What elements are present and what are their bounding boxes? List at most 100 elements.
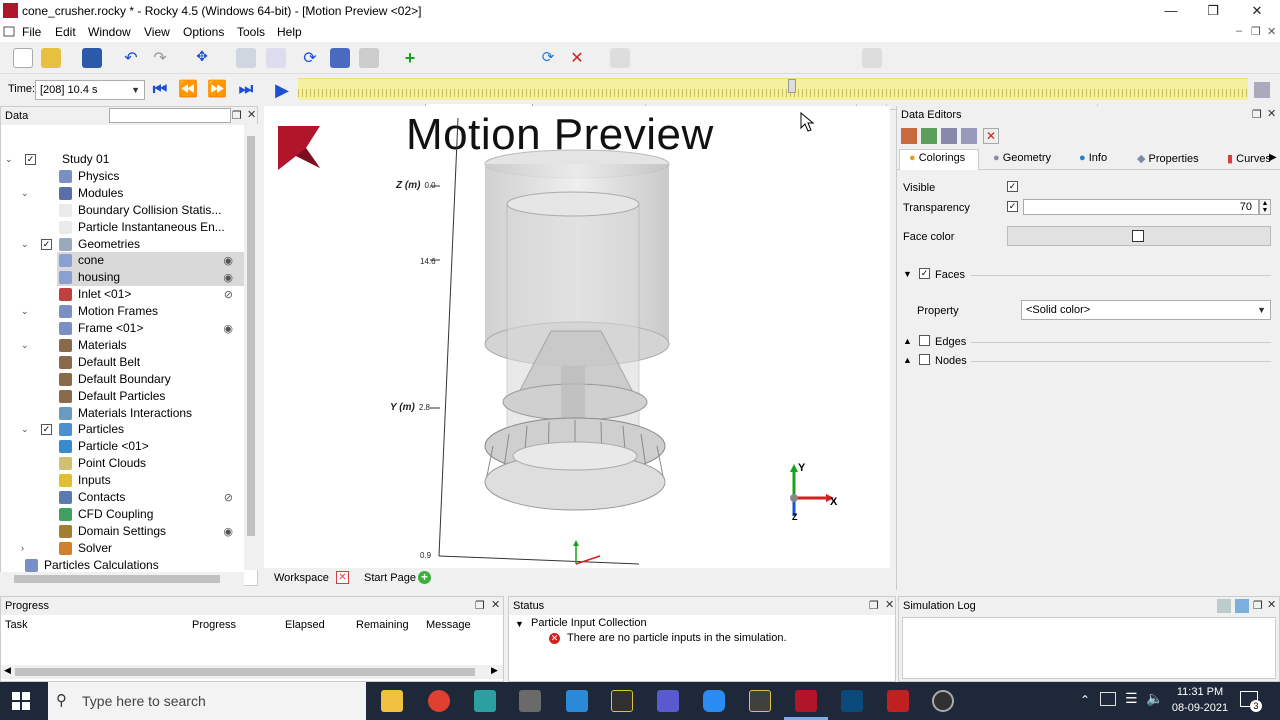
first-frame-icon[interactable]: ⏮ xyxy=(148,80,172,100)
new-file-icon[interactable] xyxy=(13,48,33,68)
zoom-icon[interactable] xyxy=(703,690,725,712)
editor-tool-icon-1[interactable] xyxy=(901,128,917,144)
save-icon[interactable] xyxy=(82,48,102,68)
mdi-minimize-icon[interactable]: – xyxy=(1236,25,1242,37)
progress-hscroll-thumb[interactable] xyxy=(15,668,475,676)
edges-checkbox[interactable] xyxy=(919,335,930,346)
delete-preset-icon[interactable]: ✕ xyxy=(567,48,587,68)
time-select[interactable]: [208] 10.4 s ▼ xyxy=(35,80,145,100)
menu-edit[interactable]: Edit xyxy=(55,25,76,39)
data-panel-close-icon[interactable]: ✕ xyxy=(247,108,256,121)
visibility-icon[interactable]: ◉ xyxy=(223,524,233,541)
next-frame-icon[interactable]: ⏩ xyxy=(205,80,229,100)
col-elapsed[interactable]: Elapsed xyxy=(285,619,325,631)
mail-icon[interactable] xyxy=(566,690,588,712)
tree-checkbox[interactable]: ✓ xyxy=(25,154,36,165)
progress-close-icon[interactable]: ✕ xyxy=(491,598,500,611)
tree-expand-icon[interactable]: ⌄ xyxy=(5,151,13,168)
windows-start-icon[interactable] xyxy=(12,692,30,710)
menu-options[interactable]: Options xyxy=(183,25,224,39)
transparency-checkbox[interactable]: ✓ xyxy=(1007,201,1018,212)
tree-item[interactable]: Default Belt xyxy=(1,354,245,371)
editors-float-icon[interactable]: ❐ xyxy=(1252,108,1262,121)
tree-item[interactable]: Contacts ⊘ xyxy=(1,489,245,506)
rocky-taskbar-icon[interactable] xyxy=(795,690,817,712)
tree-item[interactable]: Default Boundary xyxy=(1,371,245,388)
property-select[interactable]: <Solid color> ▼ xyxy=(1021,300,1271,320)
tab-geometry[interactable]: ● Geometry xyxy=(993,152,1051,164)
restore-button[interactable]: ❐ xyxy=(1192,0,1234,22)
status-group-collapse-icon[interactable]: ▼ xyxy=(515,619,524,629)
visible-checkbox[interactable]: ✓ xyxy=(1007,181,1018,192)
tab-start-page[interactable]: Start Page + xyxy=(364,571,431,584)
menu-file[interactable]: File xyxy=(22,25,41,39)
tree-item[interactable]: ⌄ Materials xyxy=(1,337,245,354)
nodes-checkbox[interactable] xyxy=(919,354,930,365)
progress-hscroll[interactable]: ◀ ▶ xyxy=(1,665,503,679)
tree-item[interactable]: › Solver xyxy=(1,540,245,557)
tree-item[interactable]: Materials Interactions xyxy=(1,405,245,422)
menu-view[interactable]: View xyxy=(144,25,170,39)
play-icon[interactable]: ▶ xyxy=(270,80,294,100)
simlog-filter-active-icon[interactable] xyxy=(1235,599,1249,613)
tree-item[interactable]: Particle <01> xyxy=(1,438,245,455)
tree-item[interactable]: Inlet <01> ⊘ xyxy=(1,286,245,303)
transparency-spinner[interactable]: ▲ ▼ xyxy=(1259,199,1271,215)
editor-delete-icon[interactable]: ✕ xyxy=(983,128,999,144)
tab-curves[interactable]: ▮ Curves xyxy=(1227,152,1271,165)
timeline-settings-icon[interactable] xyxy=(1254,82,1270,98)
teams-icon[interactable] xyxy=(657,690,679,712)
data-tree-hscroll[interactable] xyxy=(0,572,244,586)
col-message[interactable]: Message xyxy=(426,619,471,631)
color-palette-icon[interactable] xyxy=(610,48,630,68)
scroll-right-icon[interactable]: ▶ xyxy=(491,665,498,676)
tree-item[interactable]: CFD Coupling xyxy=(1,506,245,523)
add-tab-icon[interactable]: + xyxy=(418,571,431,584)
tree-item[interactable]: Inputs xyxy=(1,472,245,489)
tree-item[interactable]: Particle Instantaneous En... xyxy=(1,219,245,236)
move-icon[interactable]: ✥ xyxy=(192,48,212,68)
visibility-icon[interactable]: ◉ xyxy=(223,253,233,270)
tree-item[interactable]: ⌄ ✓ Particles xyxy=(1,421,245,438)
simlog-content[interactable] xyxy=(902,617,1276,679)
tree-item[interactable]: ⌄ ✓ Study 01 xyxy=(1,151,245,168)
data-filter-input[interactable] xyxy=(109,108,231,123)
face-color-button[interactable] xyxy=(1007,226,1271,246)
tree-item[interactable]: housing ◉ xyxy=(57,269,245,287)
open-folder-icon[interactable] xyxy=(41,48,61,68)
editor-tool-icon-2[interactable] xyxy=(921,128,937,144)
col-task[interactable]: Task xyxy=(5,619,28,631)
tree-expand-icon[interactable]: ⌄ xyxy=(21,337,29,354)
progress-float-icon[interactable]: ❐ xyxy=(475,599,485,612)
editor-tool-icon-3[interactable] xyxy=(941,128,957,144)
cube-icon[interactable] xyxy=(330,48,350,68)
tabs-scroll-right-icon[interactable]: ▶ xyxy=(1269,152,1277,163)
simlog-float-icon[interactable]: ❐ xyxy=(1253,599,1263,612)
nodes-expand-icon[interactable]: ▲ xyxy=(903,355,912,365)
rotate-icon[interactable]: ⟳ xyxy=(300,48,320,68)
tab-info[interactable]: ● Info xyxy=(1079,152,1107,164)
visibility-icon[interactable]: ◉ xyxy=(223,270,233,287)
tree-checkbox[interactable]: ✓ xyxy=(41,238,52,250)
ltspice-icon[interactable] xyxy=(611,690,633,712)
simlog-close-icon[interactable]: ✕ xyxy=(1267,598,1276,611)
tray-date[interactable]: 08-09-2021 xyxy=(1168,702,1232,714)
workbench-icon[interactable] xyxy=(749,690,771,712)
menu-help[interactable]: Help xyxy=(277,25,302,39)
prev-frame-icon[interactable]: ⏪ xyxy=(176,80,200,100)
data-tree-vscroll-thumb[interactable] xyxy=(247,136,255,536)
simlog-filter-icon[interactable] xyxy=(1217,599,1231,613)
app-icon-2[interactable] xyxy=(519,690,541,712)
taskbar-search[interactable]: ⚲ Type here to search xyxy=(48,682,366,720)
tab-workspace[interactable]: Workspace ✕ xyxy=(274,571,349,584)
camera-icon[interactable] xyxy=(236,48,256,68)
acrobat-icon[interactable] xyxy=(887,690,909,712)
col-progress[interactable]: Progress xyxy=(192,619,236,631)
mdi-restore-icon[interactable]: ❐ xyxy=(1251,25,1261,38)
status-close-icon[interactable]: ✕ xyxy=(885,598,894,611)
data-panel-float-icon[interactable]: ❐ xyxy=(232,109,242,122)
menu-window[interactable]: Window xyxy=(88,25,131,39)
volume-icon[interactable]: 🔈 xyxy=(1146,690,1163,707)
transparency-input[interactable]: 70 xyxy=(1023,199,1259,215)
tree-item[interactable]: Domain Settings ◉ xyxy=(1,523,245,540)
